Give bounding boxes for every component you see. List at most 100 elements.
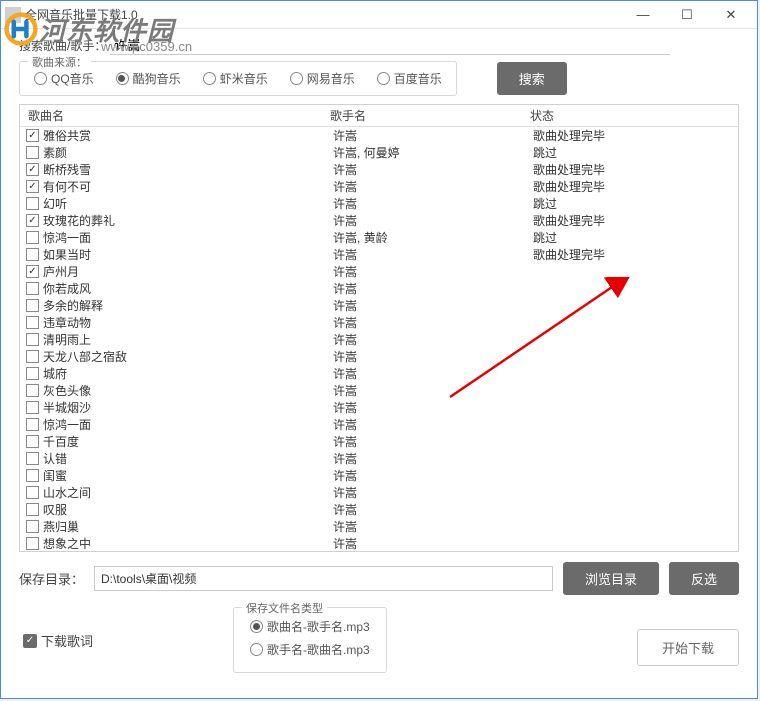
filename-label: 保存文件名类型 [242, 600, 327, 616]
table-row[interactable]: 灰色头像许嵩 [20, 382, 738, 399]
cell-status: 跳过 [533, 229, 738, 246]
row-checkbox[interactable] [26, 469, 39, 482]
cell-singer: 许嵩 [333, 331, 533, 348]
cell-name: 清明雨上 [43, 331, 333, 348]
search-label: 搜索歌曲/歌手： [19, 37, 106, 54]
row-checkbox[interactable] [26, 299, 39, 312]
row-checkbox[interactable] [26, 384, 39, 397]
table-row[interactable]: 惊鸿一面许嵩 [20, 416, 738, 433]
row-checkbox[interactable] [26, 350, 39, 363]
cell-singer: 许嵩 [333, 297, 533, 314]
table-row[interactable]: 叹服许嵩 [20, 501, 738, 518]
row-checkbox[interactable] [26, 163, 39, 176]
row-checkbox[interactable] [26, 265, 39, 278]
row-checkbox[interactable] [26, 537, 39, 550]
table-row[interactable]: 清明雨上许嵩 [20, 331, 738, 348]
download-lyrics-checkbox[interactable]: 下载歌词 [23, 631, 93, 650]
table-row[interactable]: 违章动物许嵩 [20, 314, 738, 331]
cell-status: 歌曲处理完毕 [533, 212, 738, 229]
cell-singer: 许嵩, 黄龄 [333, 229, 533, 246]
app-icon [5, 7, 21, 23]
table-row[interactable]: 城府许嵩 [20, 365, 738, 382]
table-row[interactable]: 千百度许嵩 [20, 433, 738, 450]
row-checkbox[interactable] [26, 231, 39, 244]
cell-status: 跳过 [533, 144, 738, 161]
radio-icon [377, 72, 390, 85]
row-checkbox[interactable] [26, 418, 39, 431]
table-row[interactable]: 半城烟沙许嵩 [20, 399, 738, 416]
cell-name: 燕归巢 [43, 518, 333, 535]
cell-singer: 许嵩 [333, 280, 533, 297]
cell-singer: 许嵩 [333, 246, 533, 263]
source-radio-1[interactable]: 酷狗音乐 [116, 70, 181, 87]
row-checkbox[interactable] [26, 435, 39, 448]
cell-singer: 许嵩 [333, 535, 533, 552]
save-path-input[interactable]: D:\tools\桌面\视频 [94, 566, 553, 591]
table-row[interactable]: 有何不可许嵩歌曲处理完毕 [20, 178, 738, 195]
row-checkbox[interactable] [26, 486, 39, 499]
filename-groupbox: 保存文件名类型 歌曲名-歌手名.mp3歌手名-歌曲名.mp3 [233, 607, 387, 673]
table-row[interactable]: 庐州月许嵩 [20, 263, 738, 280]
table-row[interactable]: 认错许嵩 [20, 450, 738, 467]
table-row[interactable]: 雅俗共赏许嵩歌曲处理完毕 [20, 127, 738, 144]
row-checkbox[interactable] [26, 316, 39, 329]
row-checkbox[interactable] [26, 214, 39, 227]
cell-status: 歌曲处理完毕 [533, 178, 738, 195]
source-radio-0[interactable]: QQ音乐 [34, 70, 94, 87]
source-radio-3[interactable]: 网易音乐 [290, 70, 355, 87]
row-checkbox[interactable] [26, 333, 39, 346]
cell-status: 跳过 [533, 195, 738, 212]
row-checkbox[interactable] [26, 129, 39, 142]
cell-name: 有何不可 [43, 178, 333, 195]
source-radio-2[interactable]: 虾米音乐 [203, 70, 268, 87]
cell-singer: 许嵩 [333, 399, 533, 416]
invert-button[interactable]: 反选 [669, 562, 739, 595]
search-input[interactable] [110, 35, 670, 55]
cell-singer: 许嵩 [333, 178, 533, 195]
minimize-button[interactable]: — [621, 2, 665, 28]
cell-name: 庐州月 [43, 263, 333, 280]
row-checkbox[interactable] [26, 367, 39, 380]
search-button[interactable]: 搜索 [497, 62, 567, 95]
cell-name: 半城烟沙 [43, 399, 333, 416]
table-row[interactable]: 山水之间许嵩 [20, 484, 738, 501]
start-download-button[interactable]: 开始下载 [637, 629, 739, 666]
table-row[interactable]: 多余的解释许嵩 [20, 297, 738, 314]
table-row[interactable]: 燕归巢许嵩 [20, 518, 738, 535]
results-table: 歌曲名 歌手名 状态 雅俗共赏许嵩歌曲处理完毕素颜许嵩, 何曼婷跳过断桥残雪许嵩… [19, 104, 739, 552]
row-checkbox[interactable] [26, 520, 39, 533]
table-row[interactable]: 如果当时许嵩歌曲处理完毕 [20, 246, 738, 263]
table-body[interactable]: 雅俗共赏许嵩歌曲处理完毕素颜许嵩, 何曼婷跳过断桥残雪许嵩歌曲处理完毕有何不可许… [20, 127, 738, 552]
cell-name: 千百度 [43, 433, 333, 450]
filename-radio-1[interactable]: 歌手名-歌曲名.mp3 [250, 641, 370, 658]
filename-radio-0[interactable]: 歌曲名-歌手名.mp3 [250, 618, 370, 635]
table-row[interactable]: 闺蜜许嵩 [20, 467, 738, 484]
cell-name: 雅俗共赏 [43, 127, 333, 144]
close-button[interactable]: ✕ [709, 2, 753, 28]
row-checkbox[interactable] [26, 503, 39, 516]
browse-button[interactable]: 浏览目录 [563, 562, 659, 595]
table-row[interactable]: 惊鸿一面许嵩, 黄龄跳过 [20, 229, 738, 246]
cell-singer: 许嵩 [333, 212, 533, 229]
cell-name: 想象之中 [43, 535, 333, 552]
table-row[interactable]: 天龙八部之宿敌许嵩 [20, 348, 738, 365]
cell-name: 闺蜜 [43, 467, 333, 484]
row-checkbox[interactable] [26, 146, 39, 159]
row-checkbox[interactable] [26, 282, 39, 295]
table-row[interactable]: 玫瑰花的葬礼许嵩歌曲处理完毕 [20, 212, 738, 229]
cell-name: 灰色头像 [43, 382, 333, 399]
window-title: 全网音乐批量下载1.0 [25, 6, 621, 23]
radio-icon [250, 620, 263, 633]
source-radio-4[interactable]: 百度音乐 [377, 70, 442, 87]
row-checkbox[interactable] [26, 401, 39, 414]
row-checkbox[interactable] [26, 248, 39, 261]
table-row[interactable]: 你若成风许嵩 [20, 280, 738, 297]
row-checkbox[interactable] [26, 180, 39, 193]
table-row[interactable]: 断桥残雪许嵩歌曲处理完毕 [20, 161, 738, 178]
table-row[interactable]: 想象之中许嵩 [20, 535, 738, 552]
table-row[interactable]: 幻听许嵩跳过 [20, 195, 738, 212]
row-checkbox[interactable] [26, 452, 39, 465]
row-checkbox[interactable] [26, 197, 39, 210]
table-row[interactable]: 素颜许嵩, 何曼婷跳过 [20, 144, 738, 161]
maximize-button[interactable]: ☐ [665, 2, 709, 28]
